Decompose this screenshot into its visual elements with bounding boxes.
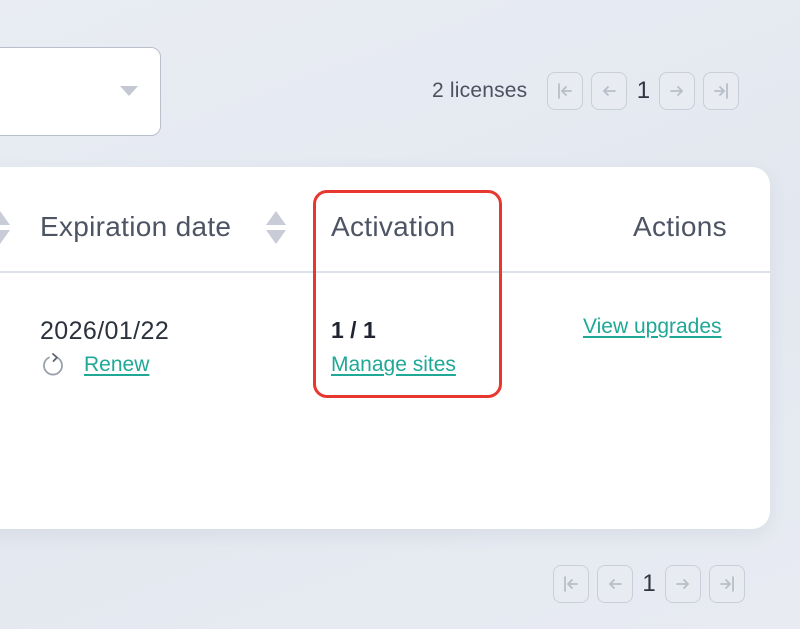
- next-page-button[interactable]: [659, 72, 696, 110]
- last-page-button[interactable]: [703, 72, 740, 110]
- current-page: 1: [642, 570, 656, 597]
- last-page-icon: [720, 576, 734, 592]
- arrow-right-icon: [670, 86, 684, 96]
- first-page-button[interactable]: [547, 72, 584, 110]
- view-upgrades-link[interactable]: View upgrades: [583, 315, 722, 339]
- arrow-left-icon: [603, 86, 617, 96]
- renew-icon: [43, 353, 63, 376]
- arrow-left-icon: [608, 579, 622, 589]
- column-header-expiration[interactable]: Expiration date: [40, 211, 231, 243]
- first-page-icon: [558, 83, 573, 99]
- license-page: 2 licenses 1 Expiration date Activation …: [0, 0, 800, 629]
- license-count: 2 licenses: [432, 79, 528, 102]
- activation-highlight: [313, 190, 502, 398]
- sort-icon[interactable]: [0, 211, 10, 245]
- prev-page-button[interactable]: [597, 565, 633, 603]
- pagination-top: 2 licenses 1: [432, 72, 740, 110]
- last-page-button[interactable]: [709, 565, 745, 603]
- prev-page-button[interactable]: [591, 72, 628, 110]
- sort-icon[interactable]: [266, 211, 286, 245]
- renew-action: Renew: [40, 352, 149, 378]
- next-page-button[interactable]: [665, 565, 701, 603]
- current-page: 1: [636, 77, 651, 104]
- filter-dropdown[interactable]: [0, 47, 161, 136]
- renew-link[interactable]: Renew: [84, 353, 149, 377]
- first-page-button[interactable]: [553, 565, 589, 603]
- expiration-date: 2026/01/22: [40, 317, 170, 345]
- column-header-actions: Actions: [633, 211, 727, 242]
- chevron-down-icon: [120, 86, 138, 96]
- first-page-icon: [564, 576, 578, 592]
- arrow-right-icon: [676, 579, 690, 589]
- pagination-bottom: 1: [553, 565, 745, 603]
- last-page-icon: [714, 83, 729, 99]
